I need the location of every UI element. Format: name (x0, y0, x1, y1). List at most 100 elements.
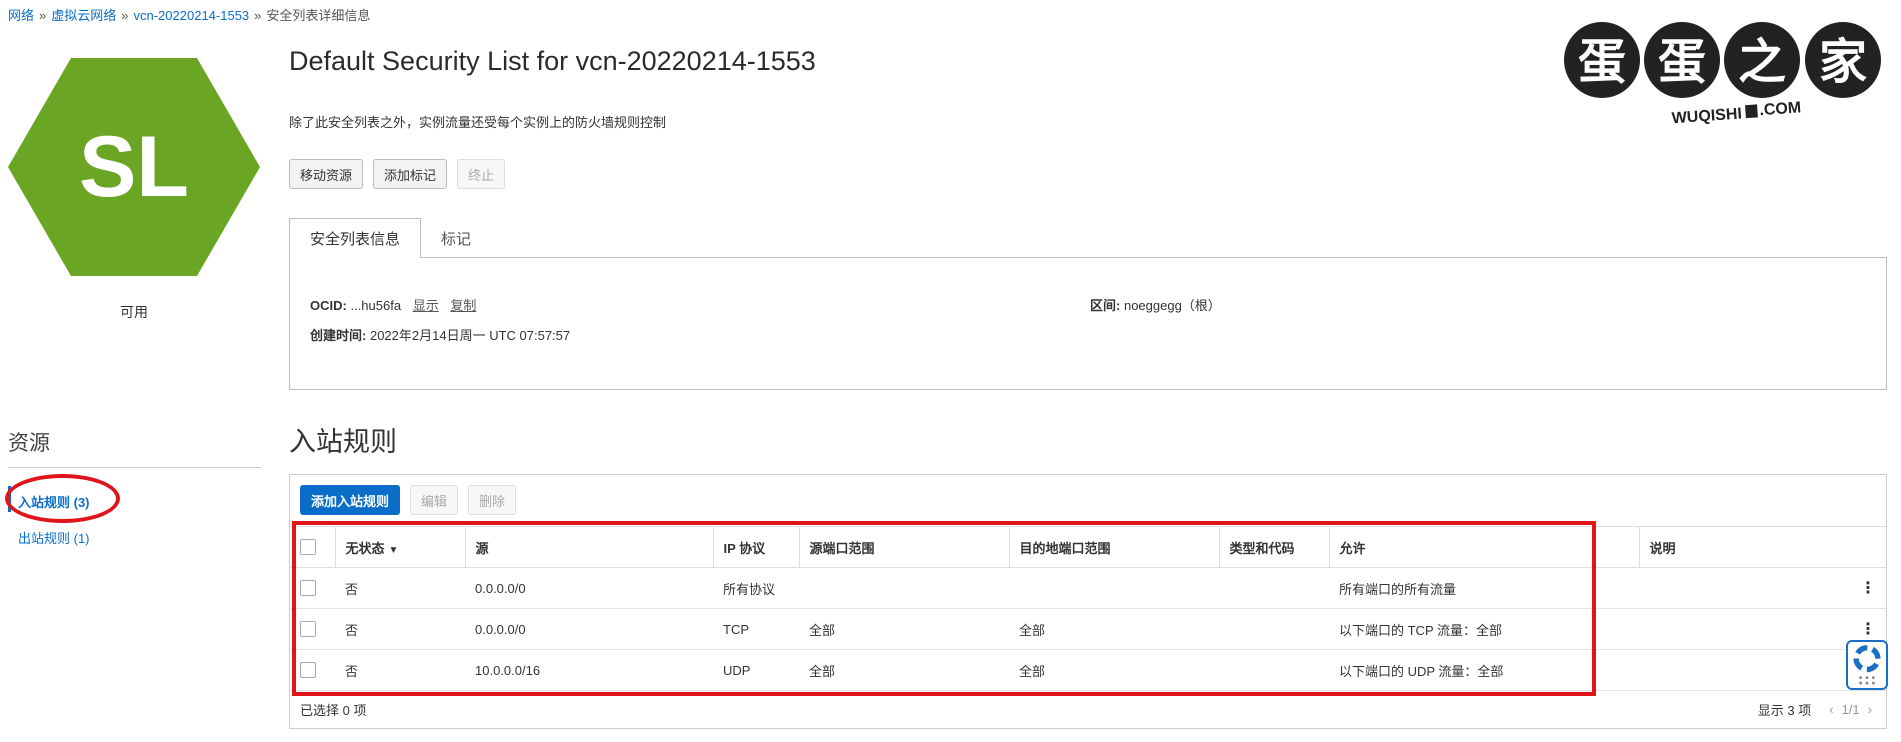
column-header-dest-port: 目的地端口范围 (1008, 526, 1219, 568)
ingress-rules-panel: 添加入站规则 编辑 删除 无状态 ▼ 源 IP 协议 源端口范围 目的地端口范围 … (289, 474, 1887, 729)
copy-ocid-link[interactable]: 复制 (450, 298, 476, 313)
column-header-source-port: 源端口范围 (798, 526, 1009, 568)
lifebuoy-icon (1853, 645, 1881, 685)
next-page-icon[interactable]: › (1868, 702, 1872, 717)
svg-text:WUQISHI: WUQISHI (1671, 105, 1742, 127)
table-row: 否 10.0.0.0/16 UDP 全部 全部 以下端口的 UDP 流量：全部 (290, 649, 1886, 691)
show-ocid-link[interactable]: 显示 (413, 298, 439, 313)
breadcrumb-separator: » (254, 8, 262, 23)
cell-source: 0.0.0.0/0 (465, 608, 713, 650)
cell-source-port (799, 567, 1009, 609)
table-row: 否 0.0.0.0/0 TCP 全部 全部 以下端口的 TCP 流量：全部 ⋮ (290, 608, 1886, 650)
cell-allows: 所有端口的所有流量 (1329, 567, 1639, 609)
page-indicator: 1/1 (1841, 702, 1860, 717)
section-title: 入站规则 (289, 427, 397, 457)
breadcrumb-separator: » (39, 8, 47, 23)
svg-text:蛋: 蛋 (1658, 34, 1706, 90)
cell-ip-protocol: TCP (713, 608, 799, 650)
highlight-ellipse (5, 474, 120, 523)
hexagon-icon: SL (8, 58, 260, 276)
info-panel: OCID: ...hu56fa 显示 复制 创建时间: 2022年2月14日周一… (289, 257, 1887, 390)
status-text: 可用 (120, 304, 148, 320)
ingress-rules-table: 无状态 ▼ 源 IP 协议 源端口范围 目的地端口范围 类型和代码 允许 说明 否… (290, 526, 1886, 691)
breadcrumb-current: 安全列表详细信息 (266, 8, 371, 23)
created-label: 创建时间: (310, 328, 367, 343)
cell-stateless: 否 (335, 649, 465, 691)
sidebar-item-egress-rules[interactable]: 出站规则 (1) (18, 528, 90, 547)
row-checkbox[interactable] (300, 580, 316, 597)
table-footer: 显示 3 项 ‹ 1/1 › (1758, 700, 1872, 719)
add-ingress-rule-button[interactable]: 添加入站规则 (300, 485, 401, 515)
resources-divider (8, 467, 261, 468)
column-header-type-code: 类型和代码 (1218, 526, 1329, 568)
ocid-row: OCID: ...hu56fa 显示 复制 (310, 295, 476, 314)
cell-ip-protocol: UDP (713, 649, 799, 691)
tab-security-list-info[interactable]: 安全列表信息 (289, 218, 422, 258)
ocid-label: OCID: (310, 298, 347, 313)
select-all-cell (290, 526, 335, 568)
cell-stateless: 否 (335, 567, 465, 609)
compartment-value: noeggegg（根） (1123, 298, 1221, 313)
table-row: 否 0.0.0.0/0 所有协议 所有端口的所有流量 ⋮ (290, 567, 1886, 609)
cell-source: 0.0.0.0/0 (465, 567, 713, 609)
showing-count: 显示 3 项 (1757, 703, 1812, 718)
move-resource-button[interactable]: 移动资源 (289, 159, 364, 189)
delete-button[interactable]: 删除 (468, 485, 517, 515)
svg-text:.COM: .COM (1759, 99, 1802, 119)
cell-source-port: 全部 (799, 649, 1009, 691)
compartment-row: 区间: noeggegg（根） (1090, 295, 1221, 314)
breadcrumb: 网络 » 虚拟云网络 » vcn-20220214-1553 » 安全列表详细信息 (8, 5, 370, 24)
column-label: 无状态 (345, 540, 385, 556)
cell-source-port: 全部 (799, 608, 1009, 650)
column-header-description: 说明 (1638, 526, 1886, 568)
watermark-logo: 蛋 蛋 之 家 WUQISHI .COM (1560, 14, 1890, 139)
table-header-row: 无状态 ▼ 源 IP 协议 源端口范围 目的地端口范围 类型和代码 允许 说明 (290, 526, 1886, 568)
row-actions-kebab-icon[interactable]: ⋮ (1639, 567, 1886, 609)
column-header-stateless[interactable]: 无状态 ▼ (334, 526, 465, 568)
select-all-checkbox[interactable] (300, 539, 316, 556)
add-tag-button[interactable]: 添加标记 (373, 159, 448, 189)
watermark-logo-image: 蛋 蛋 之 家 WUQISHI .COM (1564, 22, 1881, 127)
column-header-ip-protocol: IP 协议 (712, 526, 799, 568)
badge-initials: SL (79, 119, 189, 215)
pagination: ‹ 1/1 › (1829, 702, 1872, 717)
page-title: Default Security List for vcn-20220214-1… (289, 46, 816, 76)
row-select-cell (290, 567, 335, 609)
help-widget[interactable] (1846, 640, 1888, 690)
sort-down-icon[interactable]: ▼ (389, 545, 399, 556)
table-actions: 添加入站规则 编辑 删除 (300, 485, 517, 515)
cell-type-code (1219, 608, 1329, 650)
column-header-source: 源 (464, 526, 713, 568)
action-bar: 移动资源 添加标记 终止 (289, 159, 506, 189)
compartment-label: 区间: (1090, 298, 1121, 313)
cell-dest-port (1009, 567, 1219, 609)
resource-badge: SL (8, 58, 260, 276)
created-row: 创建时间: 2022年2月14日周一 UTC 07:57:57 (310, 325, 570, 344)
column-header-allows: 允许 (1328, 526, 1639, 568)
cell-source: 10.0.0.0/16 (465, 649, 713, 691)
breadcrumb-vcn[interactable]: vcn-20220214-1553 (134, 8, 250, 23)
cell-dest-port: 全部 (1009, 608, 1219, 650)
page-subtitle: 除了此安全列表之外，实例流量还受每个实例上的防火墙规则控制 (289, 115, 667, 130)
svg-text:家: 家 (1819, 34, 1867, 90)
cell-type-code (1219, 649, 1329, 691)
breadcrumb-vcn-list[interactable]: 虚拟云网络 (51, 8, 116, 23)
cell-ip-protocol: 所有协议 (713, 567, 799, 609)
edit-button[interactable]: 编辑 (410, 485, 459, 515)
tab-tags[interactable]: 标记 (421, 218, 491, 258)
svg-text:之: 之 (1738, 34, 1786, 90)
row-checkbox[interactable] (300, 621, 316, 638)
row-select-cell (290, 608, 335, 650)
svg-text:蛋: 蛋 (1578, 34, 1626, 90)
ocid-value: ...hu56fa (350, 298, 402, 313)
tab-bar: 安全列表信息 标记 (289, 218, 491, 258)
breadcrumb-separator: » (121, 8, 129, 23)
selected-count: 已选择 0 项 (300, 703, 367, 718)
cell-dest-port: 全部 (1009, 649, 1219, 691)
terminate-button[interactable]: 终止 (457, 159, 506, 189)
breadcrumb-networking[interactable]: 网络 (8, 8, 34, 23)
prev-page-icon[interactable]: ‹ (1829, 702, 1833, 717)
row-select-cell (290, 649, 335, 691)
row-checkbox[interactable] (300, 662, 316, 679)
resources-title: 资源 (8, 432, 50, 455)
